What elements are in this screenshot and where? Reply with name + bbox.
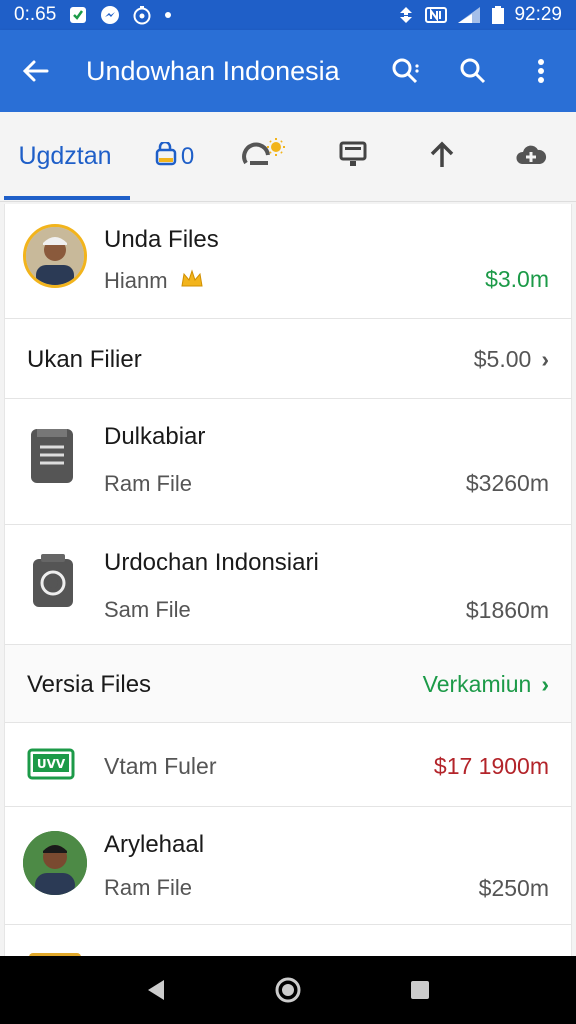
list-item[interactable]: Dulkabiar Ram File $3260m [5,399,571,525]
cloud-icon [515,140,547,173]
row-amount: $5.00 [473,346,532,372]
row-title: Ukan Filier [27,346,142,373]
list-item[interactable]: UVV Vtam Fuler $17 1900m [5,723,571,807]
list-item[interactable]: Ukan Filier $5.00 › [5,319,571,399]
list-item[interactable]: Urdochan Indonsiari Sam File $1860m [5,525,571,645]
camera-device-icon [31,553,75,614]
row-title: Arylehaal [104,831,205,858]
nav-recents-icon[interactable] [403,973,437,1007]
nav-home-icon[interactable] [271,973,305,1007]
system-nav-bar [0,956,576,1024]
data-sync-icon [396,5,416,25]
app-bar: Undowhan Indonesia [0,30,576,112]
status-time: 0:.65 [14,4,57,25]
battery-icon [490,5,506,25]
search-filter-icon[interactable] [388,54,422,88]
section-action-wrap: Verkamiun › [423,671,549,698]
row-amount: $1860m [465,597,549,623]
list-item[interactable]: Unda Files Hianm $3.0m [5,204,571,319]
shield-icon [68,5,88,25]
more-vert-icon[interactable] [524,54,558,88]
back-arrow-icon[interactable] [18,54,52,88]
row-subtitle: Sam File [104,597,191,622]
messenger-icon [100,5,120,25]
row-amount: $3260m [465,470,549,496]
wallet-icon [155,140,179,171]
row-amount: $17 1900m [433,753,549,779]
row-title: Unda Files [104,226,219,253]
row-title: Vtam Fuler [104,753,217,779]
signal-icon [456,5,482,25]
avatar [23,224,87,288]
tab-tv[interactable] [308,112,397,202]
tab-wallet[interactable]: 0 [130,112,219,202]
list-item[interactable] [5,925,571,956]
section-action-link[interactable]: Verkamiun [423,671,532,697]
section-header[interactable]: Versia Files Verkamiun › [5,645,571,723]
row-amount-wrap: $5.00 › [474,346,549,373]
row-amount: $3.0m [485,266,549,292]
file-cabinet-icon [29,427,75,490]
row-title: Urdochan Indonsiari [104,549,319,576]
row-amount: $250m [478,875,549,901]
tab-active[interactable]: Ugdztan [0,112,130,202]
tab-bar: Ugdztan 0 [0,112,576,202]
tv-icon [338,139,368,174]
tab-upload[interactable] [397,112,486,202]
tab-wallet-label: 0 [180,142,195,170]
section-title: Versia Files [27,671,152,698]
notification-dot-icon [164,11,172,19]
avatar [23,831,87,895]
status-bar: 0:.65 92:29 [0,0,576,30]
nfc-icon [424,5,448,25]
row-subtitle: Ram File [104,875,193,900]
search-icon[interactable] [456,54,490,88]
status-clock: 92:29 [514,4,562,25]
tab-weather[interactable] [219,112,308,202]
crown-icon [180,268,204,295]
row-title: Dulkabiar [104,423,206,450]
timer-icon [132,5,152,25]
badge-icon: UVV [27,748,75,787]
badge-text: UVV [37,757,66,771]
page-title: Undowhan Indonesia [86,55,340,86]
row-subtitle: Hianm [104,268,168,293]
chevron-right-icon: › [541,671,549,697]
file-list: Unda Files Hianm $3.0m Ukan Filier $5.00… [4,204,572,956]
tab-cloud[interactable] [486,112,575,202]
list-item[interactable]: Arylehaal Ram File $250m [5,807,571,925]
row-subtitle: Ram File [104,471,193,496]
chevron-right-icon: › [541,346,549,372]
tab-active-label: Ugdztan [18,142,112,170]
arrow-up-icon [427,139,457,174]
nav-back-icon[interactable] [139,973,173,1007]
weather-sun-icon [240,137,288,176]
